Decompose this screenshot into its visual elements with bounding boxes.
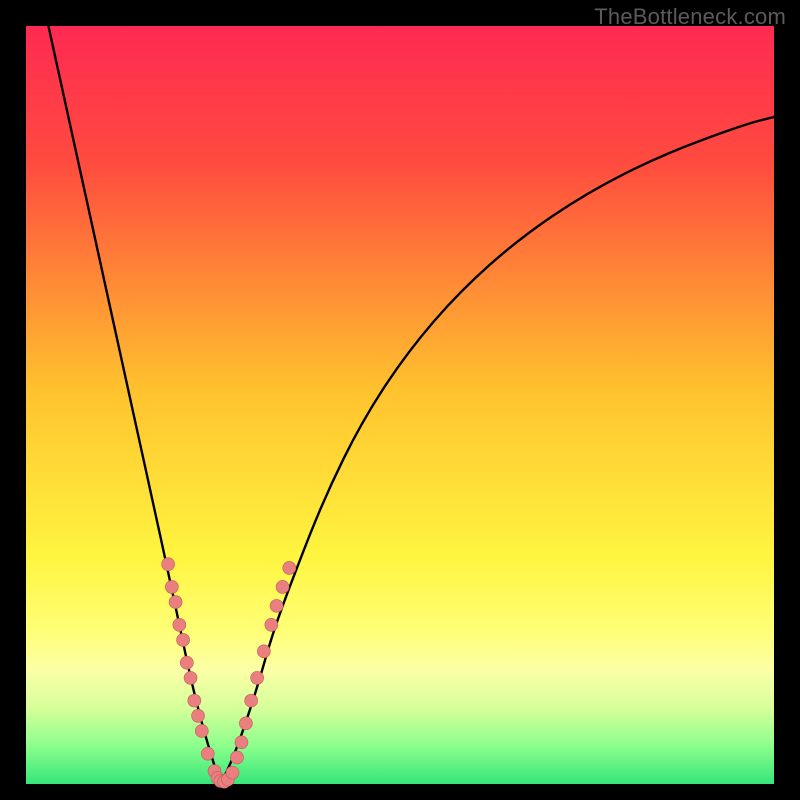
marker-group (162, 558, 296, 789)
data-marker (230, 751, 243, 764)
data-marker (201, 747, 214, 760)
data-marker (226, 766, 239, 779)
data-marker (188, 694, 201, 707)
right-branch-curve (220, 117, 774, 784)
data-marker (265, 618, 278, 631)
data-marker (235, 736, 248, 749)
data-marker (239, 717, 252, 730)
data-marker (173, 618, 186, 631)
data-marker (177, 633, 190, 646)
watermark-label: TheBottleneck.com (594, 4, 786, 30)
outer-frame: TheBottleneck.com (0, 0, 800, 800)
data-marker (257, 645, 270, 658)
data-marker (162, 558, 175, 571)
plot-area (26, 26, 774, 784)
data-marker (169, 596, 182, 609)
data-marker (270, 599, 283, 612)
data-marker (276, 580, 289, 593)
data-marker (192, 709, 205, 722)
data-marker (283, 561, 296, 574)
data-marker (165, 580, 178, 593)
data-marker (195, 724, 208, 737)
left-branch-curve (48, 26, 220, 784)
data-marker (180, 656, 193, 669)
data-marker (184, 671, 197, 684)
data-marker (251, 671, 264, 684)
chart-svg (26, 26, 774, 784)
data-marker (245, 694, 258, 707)
